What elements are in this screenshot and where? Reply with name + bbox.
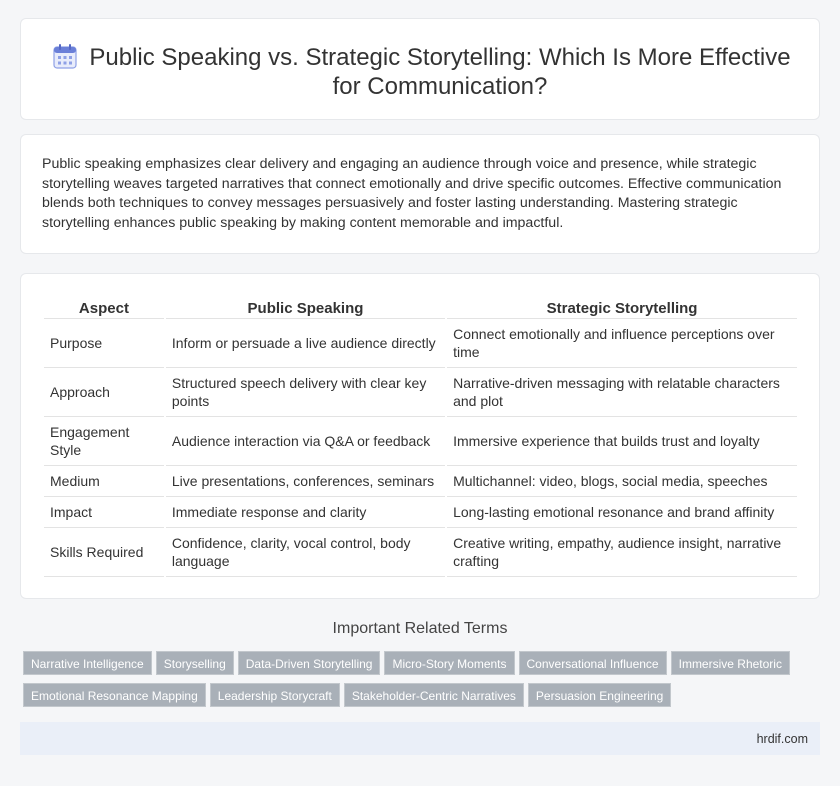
- row-strategic-storytelling: Creative writing, empathy, audience insi…: [447, 528, 797, 577]
- row-public-speaking: Structured speech delivery with clear ke…: [165, 368, 446, 417]
- tag-micro-story-moments[interactable]: Micro-Story Moments: [384, 651, 515, 675]
- row-public-speaking: Inform or persuade a live audience direc…: [165, 319, 446, 368]
- tag-leadership-storycraft[interactable]: Leadership Storycraft: [209, 683, 340, 707]
- tag-narrative-intelligence[interactable]: Narrative Intelligence: [23, 651, 152, 675]
- row-public-speaking: Live presentations, conferences, seminar…: [165, 466, 446, 497]
- row-strategic-storytelling: Narrative-driven messaging with relatabl…: [447, 368, 797, 417]
- intro-card: Public speaking emphasizes clear deliver…: [20, 134, 820, 254]
- header-public-speaking: Public Speaking: [165, 297, 446, 319]
- row-public-speaking: Immediate response and clarity: [165, 497, 446, 528]
- comparison-card: Aspect Public Speaking Strategic Storyte…: [20, 273, 820, 599]
- row-aspect: Engagement Style: [44, 417, 164, 466]
- row-aspect: Approach: [44, 368, 164, 417]
- row-public-speaking: Audience interaction via Q&A or feedback: [165, 417, 446, 466]
- tag-data-driven-storytelling[interactable]: Data-Driven Storytelling: [237, 651, 381, 675]
- tag-immersive-rhetoric[interactable]: Immersive Rhetoric: [670, 651, 790, 675]
- row-strategic-storytelling: Immersive experience that builds trust a…: [447, 417, 797, 466]
- tag-emotional-resonance-mapping[interactable]: Emotional Resonance Mapping: [23, 683, 206, 707]
- header-aspect: Aspect: [44, 297, 164, 319]
- tag-storyselling[interactable]: Storyselling: [155, 651, 234, 675]
- table-row: Approach Structured speech delivery with…: [44, 368, 797, 417]
- table-row: Skills Required Confidence, clarity, voc…: [44, 528, 797, 577]
- related-terms-title: Important Related Terms: [332, 620, 508, 637]
- footer-site-link[interactable]: hrdif.com: [757, 732, 808, 746]
- row-aspect: Impact: [44, 497, 164, 528]
- footer: hrdif.com: [20, 722, 820, 755]
- tag-conversational-influence[interactable]: Conversational Influence: [518, 651, 667, 675]
- title-card: Public Speaking vs. Strategic Storytelli…: [20, 18, 820, 120]
- table-header-row: Aspect Public Speaking Strategic Storyte…: [44, 297, 797, 319]
- page-title: Public Speaking vs. Strategic Storytelli…: [89, 44, 791, 100]
- table-row: Purpose Inform or persuade a live audien…: [44, 319, 797, 368]
- row-strategic-storytelling: Long-lasting emotional resonance and bra…: [447, 497, 797, 528]
- row-aspect: Purpose: [44, 319, 164, 368]
- row-public-speaking: Confidence, clarity, vocal control, body…: [165, 528, 446, 577]
- table-row: Impact Immediate response and clarity Lo…: [44, 497, 797, 528]
- table-row: Medium Live presentations, conferences, …: [44, 466, 797, 497]
- row-strategic-storytelling: Connect emotionally and influence percep…: [447, 319, 797, 368]
- row-aspect: Medium: [44, 466, 164, 497]
- related-terms-list: Narrative Intelligence Storyselling Data-D…: [23, 651, 813, 715]
- table-row: Engagement Style Audience interaction vi…: [44, 417, 797, 466]
- row-aspect: Skills Required: [44, 528, 164, 577]
- tag-stakeholder-centric-narratives[interactable]: Stakeholder-Centric Narratives: [343, 683, 524, 707]
- intro-paragraph: Public speaking emphasizes clear deliver…: [42, 156, 782, 231]
- header-strategic-storytelling: Strategic Storytelling: [447, 297, 797, 319]
- comparison-table: Aspect Public Speaking Strategic Storyte…: [42, 297, 799, 577]
- tag-persuasion-engineering[interactable]: Persuasion Engineering: [527, 683, 672, 707]
- row-strategic-storytelling: Multichannel: video, blogs, social media…: [447, 466, 797, 497]
